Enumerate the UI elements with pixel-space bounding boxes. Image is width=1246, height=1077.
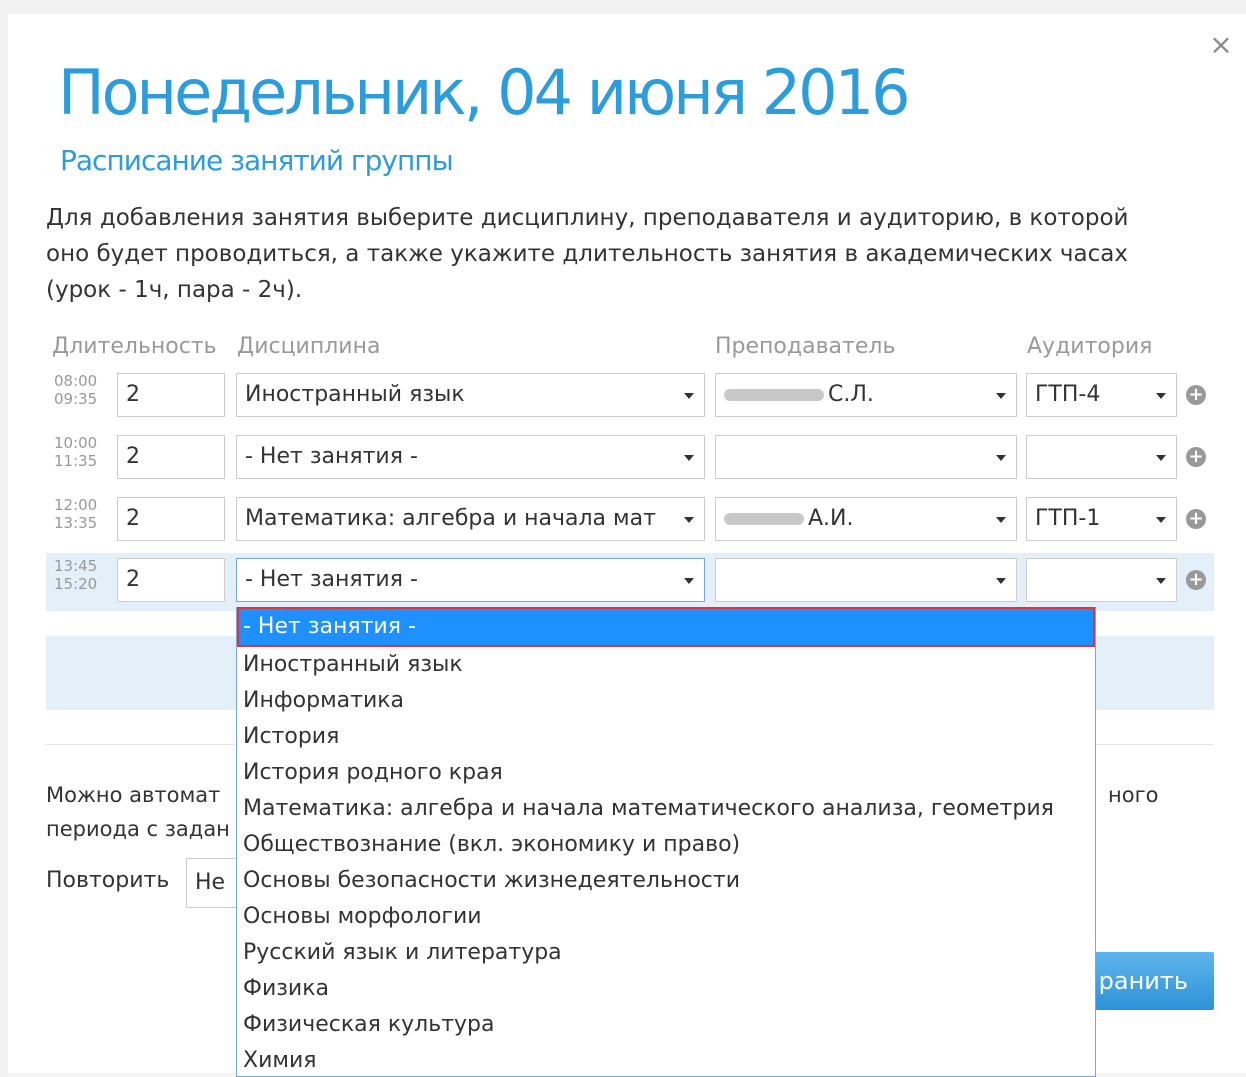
room-select[interactable]: ГТП-1 <box>1026 497 1177 541</box>
duration-input[interactable]: 2 <box>117 558 225 602</box>
chevron-down-icon <box>996 393 1006 399</box>
lesson-time: 13:45 15:20 <box>54 557 98 593</box>
duration-input[interactable]: 2 <box>117 435 225 479</box>
lesson-time: 12:00 13:35 <box>54 496 98 532</box>
dropdown-option[interactable]: Физическая культура <box>237 1007 1095 1043</box>
teacher-select[interactable]: А.И. <box>715 497 1017 541</box>
instructions-text: Для добавления занятия выберите дисципли… <box>46 205 1129 303</box>
room-select[interactable] <box>1026 435 1177 479</box>
discipline-dropdown: - Нет занятия - Иностранный язык Информа… <box>236 607 1096 1077</box>
discipline-select[interactable]: - Нет занятия - <box>236 558 705 602</box>
add-lesson-icon[interactable]: + <box>1186 570 1206 590</box>
chevron-down-icon <box>1156 455 1166 461</box>
discipline-select[interactable]: - Нет занятия - <box>236 435 705 479</box>
teacher-select[interactable]: С.Л. <box>715 373 1017 417</box>
dropdown-option[interactable]: Обществознание (вкл. экономику и право) <box>237 827 1095 863</box>
room-select[interactable]: ГТП-4 <box>1026 373 1177 417</box>
dropdown-option[interactable]: История <box>237 719 1095 755</box>
dropdown-option[interactable]: Химия <box>237 1043 1095 1076</box>
close-icon[interactable]: × <box>1208 30 1234 60</box>
chevron-down-icon <box>684 455 694 461</box>
discipline-select[interactable]: Математика: алгебра и начала мат <box>236 497 705 541</box>
lesson-row-active: 13:45 15:20 2 - Нет занятия - + <box>46 553 1214 611</box>
discipline-select[interactable]: Иностранный язык <box>236 373 705 417</box>
dropdown-option[interactable]: История родного края <box>237 755 1095 791</box>
dropdown-option[interactable]: Информатика <box>237 683 1095 719</box>
chevron-down-icon <box>996 578 1006 584</box>
page-subtitle: Расписание занятий группы <box>60 144 454 177</box>
header-room: Аудитория <box>1027 334 1153 359</box>
add-lesson-icon[interactable]: + <box>1186 509 1206 529</box>
dropdown-option[interactable]: Основы морфологии <box>237 899 1095 935</box>
chevron-down-icon <box>684 393 694 399</box>
duration-input[interactable]: 2 <box>117 497 225 541</box>
chevron-down-icon <box>1156 517 1166 523</box>
dropdown-option[interactable]: Русский язык и литература <box>237 935 1095 971</box>
chevron-down-icon <box>684 578 694 584</box>
lesson-time: 10:00 11:35 <box>54 434 98 470</box>
chevron-down-icon <box>1156 393 1166 399</box>
redacted-name <box>724 389 824 401</box>
dropdown-option-selected[interactable]: - Нет занятия - <box>237 607 1095 647</box>
repeat-label: Повторить <box>46 868 170 893</box>
chevron-down-icon <box>996 517 1006 523</box>
chevron-down-icon <box>684 517 694 523</box>
teacher-select[interactable] <box>715 558 1017 602</box>
lesson-row: 12:00 13:35 2 Математика: алгебра и начал… <box>46 492 1214 550</box>
lesson-row: 10:00 11:35 2 - Нет занятия - + <box>46 430 1214 488</box>
header-discipline: Дисциплина <box>237 334 381 359</box>
page-title: Понедельник, 04 июня 2016 <box>58 56 911 129</box>
room-select[interactable] <box>1026 558 1177 602</box>
dropdown-option[interactable]: Иностранный язык <box>237 647 1095 683</box>
redacted-name <box>724 513 804 525</box>
lesson-time: 08:00 09:35 <box>54 372 98 408</box>
dropdown-option[interactable]: Основы безопасности жизнедеятельности <box>237 863 1095 899</box>
add-lesson-icon[interactable]: + <box>1186 385 1206 405</box>
chevron-down-icon <box>1156 578 1166 584</box>
header-duration: Длительность <box>52 334 217 359</box>
add-lesson-icon[interactable]: + <box>1186 447 1206 467</box>
dropdown-option[interactable]: Математика: алгебра и начала математичес… <box>237 791 1095 827</box>
duration-input[interactable]: 2 <box>117 373 225 417</box>
header-teacher: Преподаватель <box>715 334 896 359</box>
lesson-row: 08:00 09:35 2 Иностранный язык С.Л. ГТП-4… <box>46 368 1214 426</box>
teacher-select[interactable] <box>715 435 1017 479</box>
dropdown-option[interactable]: Физика <box>237 971 1095 1007</box>
chevron-down-icon <box>996 455 1006 461</box>
